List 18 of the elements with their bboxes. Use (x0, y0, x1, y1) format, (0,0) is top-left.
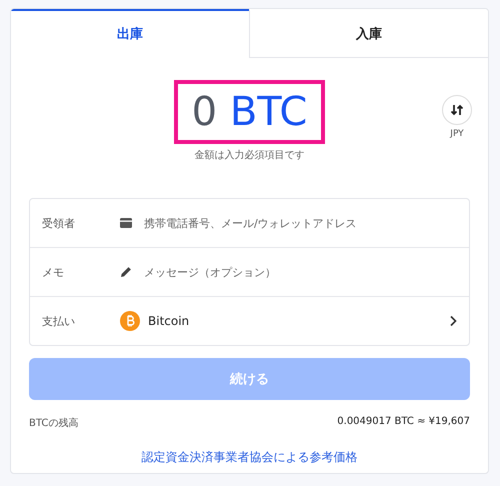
pencil-icon (120, 266, 132, 278)
balance-label: BTCの残高 (29, 416, 78, 430)
recipient-field[interactable]: 携帯電話番号、メール/ウォレットアドレス (144, 216, 357, 230)
amount-hint: 金額は入力必須項目です (194, 148, 304, 162)
chevron-icon[interactable] (449, 315, 457, 327)
field-label: 受領者 (42, 216, 76, 230)
currency-label: JPY (450, 129, 464, 139)
amount-field[interactable]: 0 BTC (174, 80, 326, 144)
tab[interactable]: 入庫 (249, 9, 488, 58)
balance-value: 0.0049017 BTC ≈ ¥19,607 (337, 416, 470, 429)
payment-method[interactable]: Bitcoin (148, 314, 449, 328)
field-label: メモ (42, 264, 65, 280)
memo-field[interactable]: メッセージ（オプション） (144, 264, 276, 280)
field-label: 支払い (42, 314, 76, 328)
wallet-icon (120, 218, 132, 228)
coin-icon (120, 311, 140, 331)
swap-icon[interactable] (442, 95, 472, 125)
reference-price-link[interactable]: 認定資金決済事業者協会による参考価格 (142, 450, 358, 464)
